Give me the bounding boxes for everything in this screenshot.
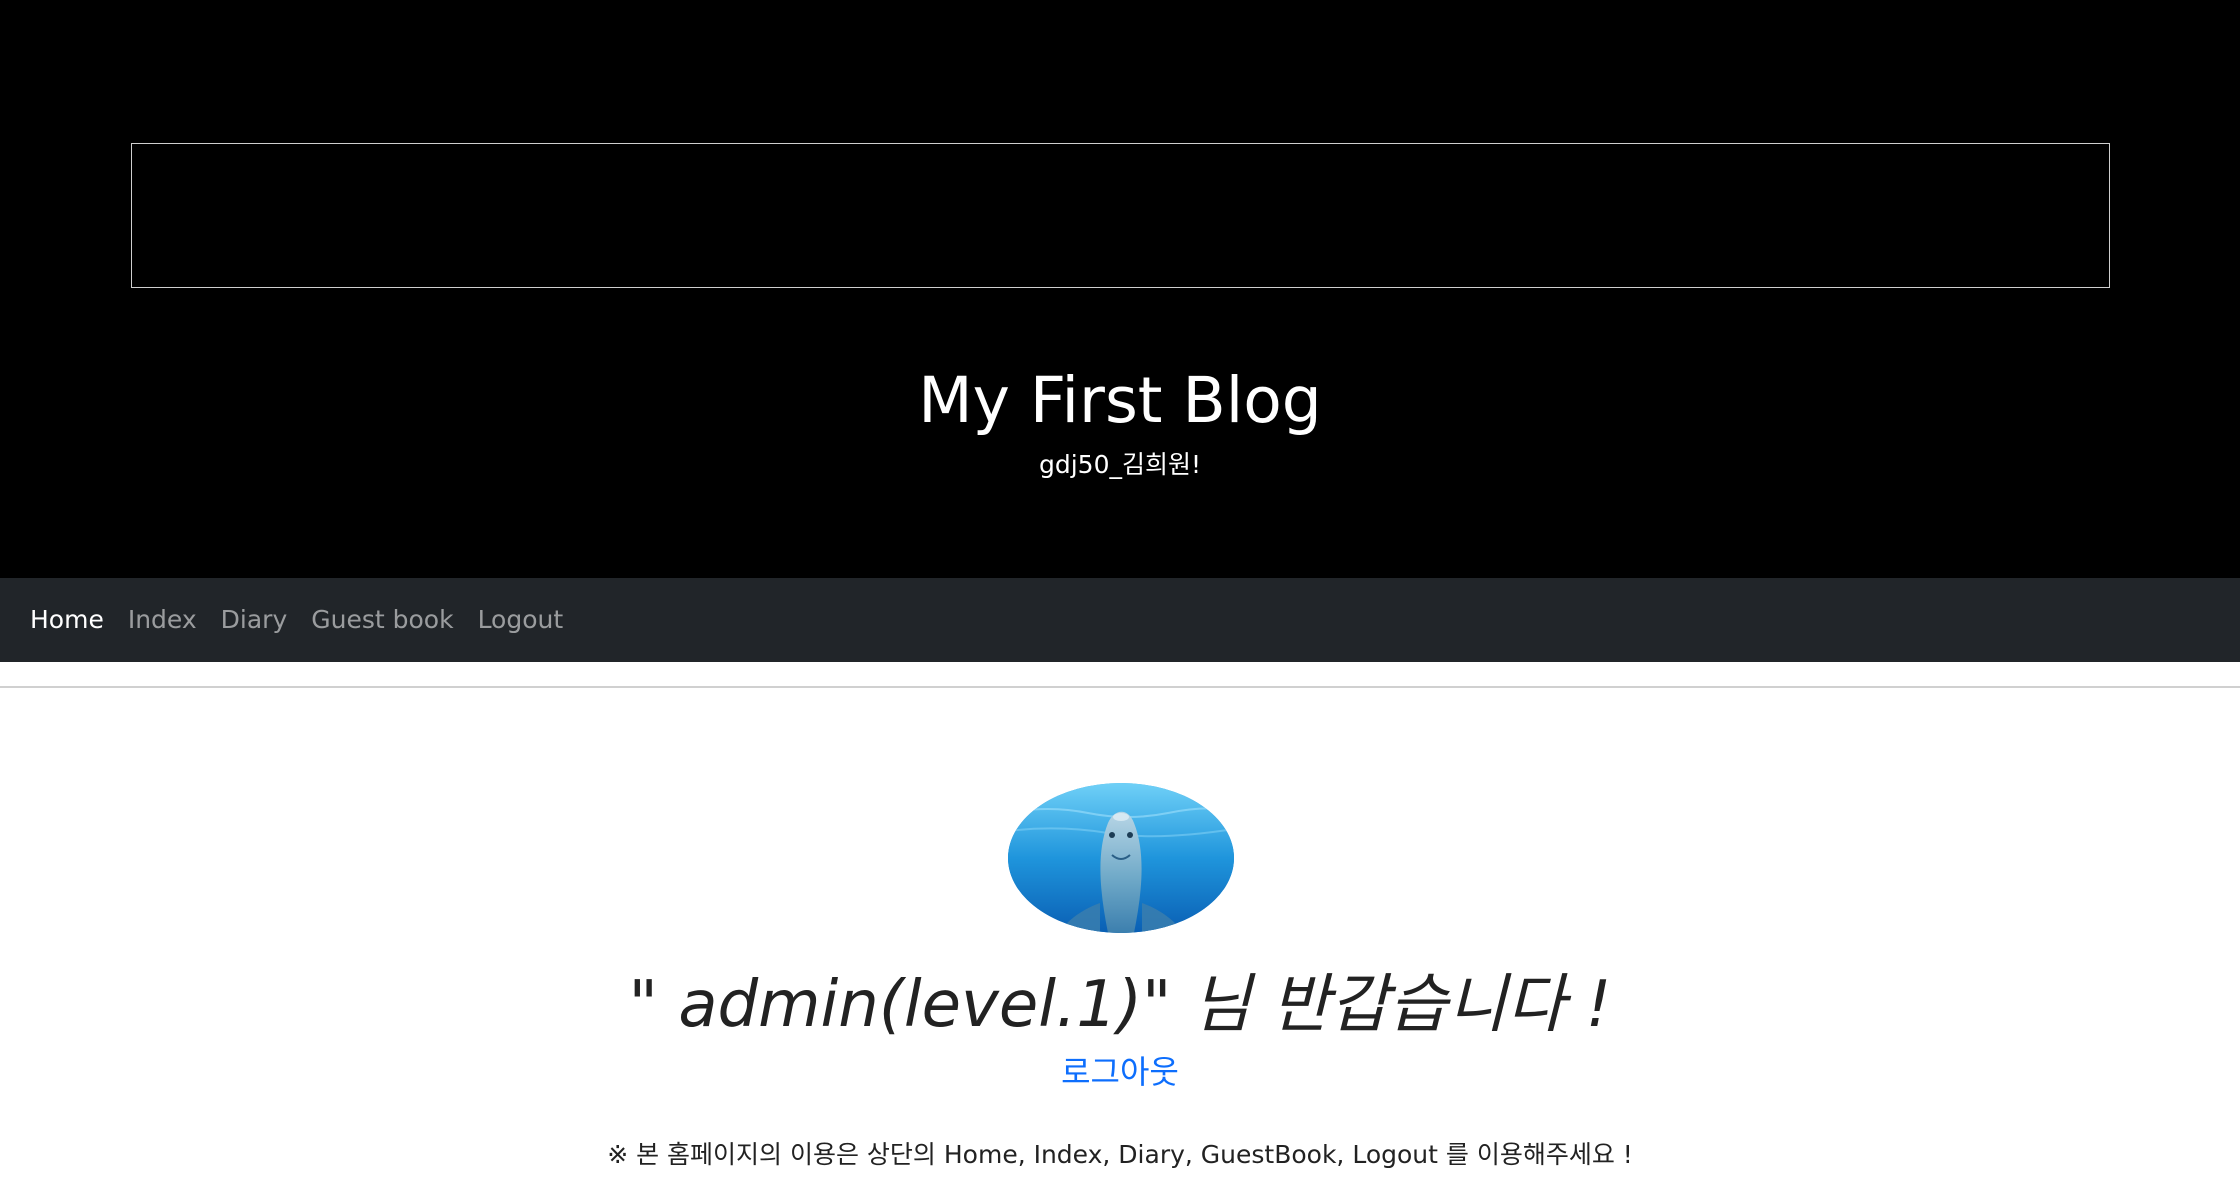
site-header: My First Blog gdj50_김희원!: [0, 0, 2240, 578]
site-title: My First Blog: [918, 364, 1322, 437]
dolphin-avatar-image: [1008, 783, 1234, 933]
site-subtitle: gdj50_김희원!: [1038, 450, 1202, 479]
nav-logout[interactable]: Logout: [478, 600, 564, 640]
nav-guestbook[interactable]: Guest book: [311, 600, 453, 640]
navbar: Home Index Diary Guest book Logout: [0, 578, 2240, 662]
welcome-message: " admin(level.1)" 님 반갑습니다 !: [628, 968, 1612, 1042]
divider: [0, 686, 2240, 688]
nav-index[interactable]: Index: [128, 600, 197, 640]
usage-notice: ※ 본 홈페이지의 이용은 상단의 Home, Index, Diary, Gu…: [607, 1140, 1633, 1169]
nav-home[interactable]: Home: [30, 600, 104, 640]
nav-diary[interactable]: Diary: [221, 600, 288, 640]
banner-box: [131, 143, 2110, 288]
logout-link[interactable]: 로그아웃: [0, 1050, 2240, 1094]
dolphin-icon: [1008, 783, 1234, 933]
